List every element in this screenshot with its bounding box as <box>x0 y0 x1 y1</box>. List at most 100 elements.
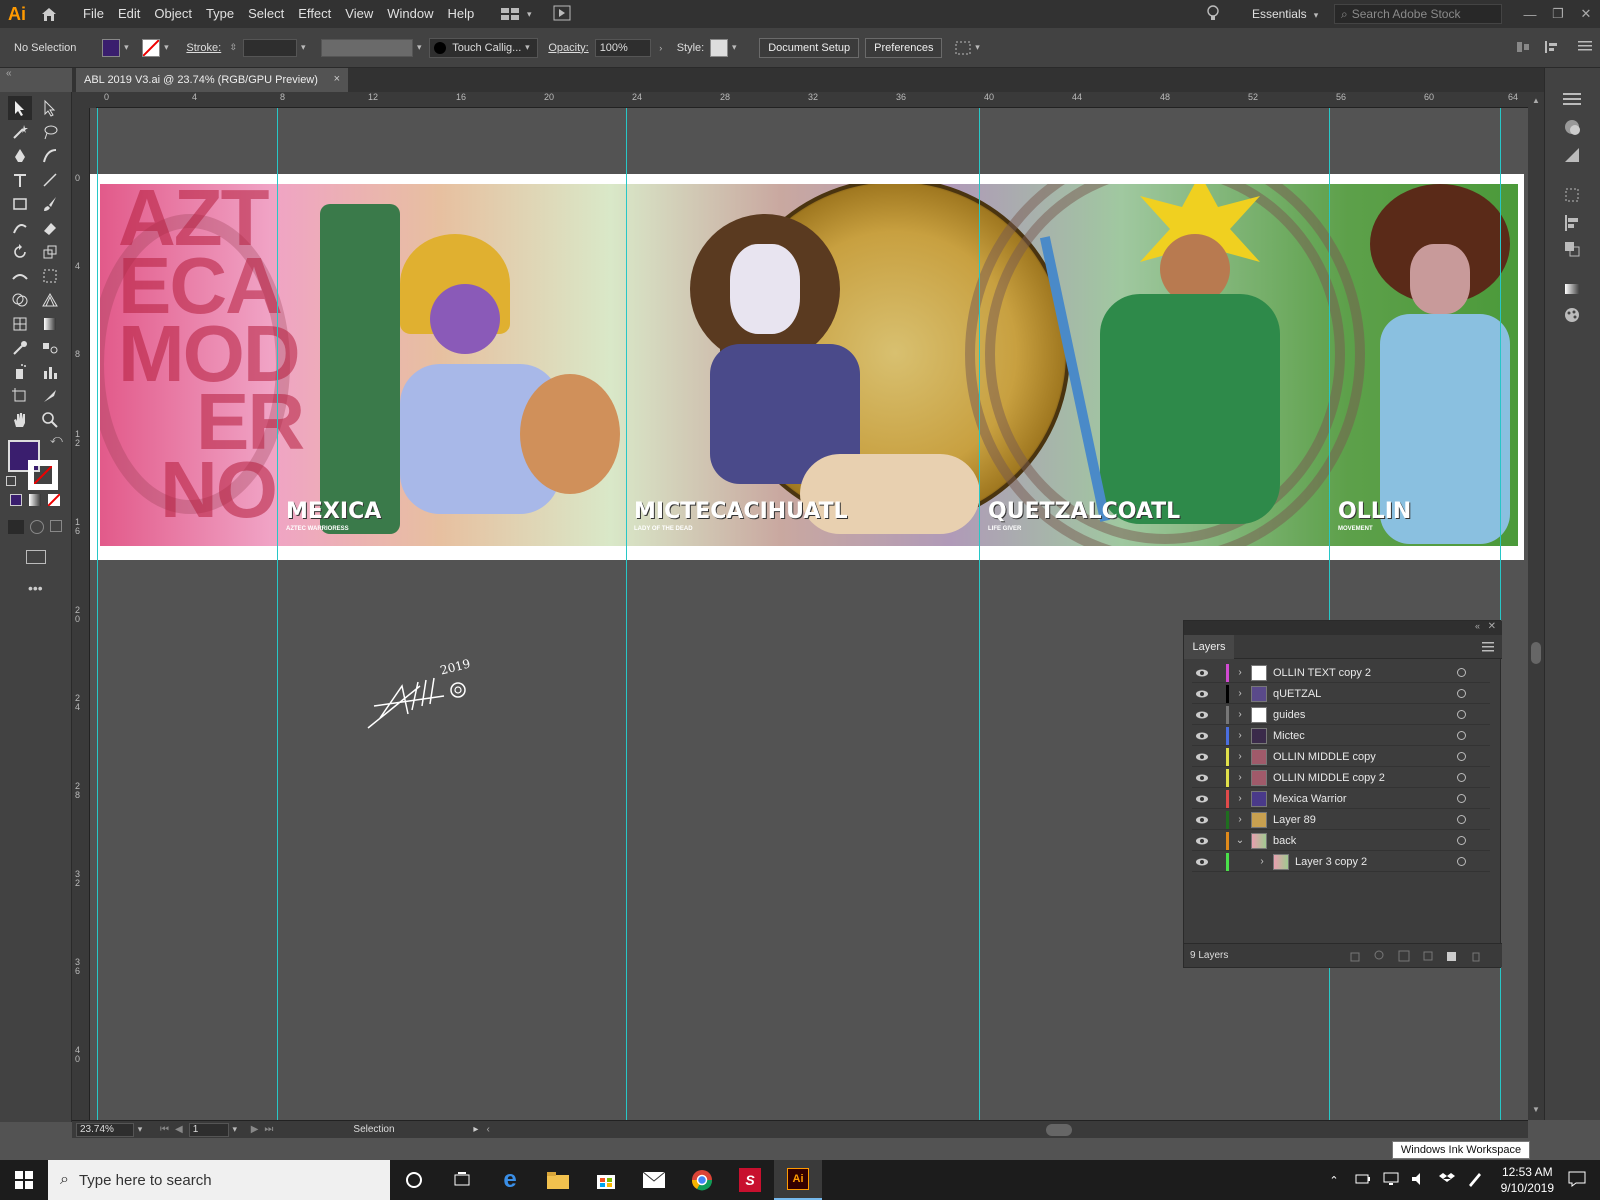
file-explorer-icon[interactable] <box>534 1160 582 1200</box>
layer-name[interactable]: Layer 89 <box>1273 814 1443 826</box>
menu-effect[interactable]: Effect <box>291 0 338 28</box>
eye-icon[interactable] <box>1192 774 1212 782</box>
windows-start-icon[interactable] <box>0 1160 48 1200</box>
delete-layer-icon[interactable] <box>1470 950 1482 965</box>
layers-panel-titlebar[interactable]: « ✕ <box>1184 621 1502 635</box>
align-panel-icon[interactable] <box>1563 214 1581 232</box>
restore-button[interactable]: ❐ <box>1544 0 1572 28</box>
symbol-sprayer-tool-icon[interactable] <box>8 360 32 384</box>
vertical-ruler[interactable]: 0 4 8 1 2 1 6 2 0 2 4 2 8 3 2 3 6 4 0 <box>72 108 90 1120</box>
draw-normal-icon[interactable] <box>8 520 24 534</box>
chrome-icon[interactable] <box>678 1160 726 1200</box>
stroke-color-box[interactable] <box>28 460 58 490</box>
target-icon[interactable] <box>1457 794 1466 803</box>
eye-icon[interactable] <box>1192 711 1212 719</box>
chevron-right-icon[interactable]: › <box>1233 751 1247 762</box>
clipping-mask-icon[interactable] <box>1398 950 1410 965</box>
guide-line[interactable] <box>1500 108 1501 1120</box>
last-artboard-icon[interactable]: ⏭ <box>264 1124 273 1135</box>
color-mode-icon[interactable] <box>10 494 22 506</box>
properties-icon[interactable] <box>1563 92 1581 110</box>
target-icon[interactable] <box>1457 773 1466 782</box>
mesh-tool-icon[interactable] <box>8 312 32 336</box>
rectangle-tool-icon[interactable] <box>8 192 32 216</box>
export-icon[interactable] <box>1350 950 1362 965</box>
target-icon[interactable] <box>1457 752 1466 761</box>
dropbox-icon[interactable] <box>1438 1172 1455 1189</box>
perspective-grid-tool-icon[interactable] <box>38 288 62 312</box>
document-setup-button[interactable]: Document Setup <box>759 37 860 58</box>
stock-search-input[interactable]: ⌕ Search Adobe Stock <box>1334 4 1502 24</box>
layer-row[interactable]: ⌄ back <box>1192 831 1490 851</box>
target-icon[interactable] <box>1457 731 1466 740</box>
shape-builder-tool-icon[interactable] <box>8 288 32 312</box>
chevron-right-icon[interactable]: › <box>655 42 667 54</box>
paintbrush-tool-icon[interactable] <box>38 192 62 216</box>
default-colors-icon[interactable] <box>6 476 16 486</box>
eye-icon[interactable] <box>1192 669 1212 677</box>
artboard-tool-icon[interactable] <box>8 384 32 408</box>
scroll-up-icon[interactable]: ▲ <box>1532 96 1540 105</box>
close-panel-icon[interactable]: ✕ <box>1488 621 1496 632</box>
guide-line[interactable] <box>979 108 980 1120</box>
color-guide-icon[interactable] <box>1563 146 1581 164</box>
lightbulb-icon[interactable] <box>1206 4 1220 25</box>
chevron-up-icon[interactable]: ⌃ <box>1329 1174 1338 1187</box>
minimize-button[interactable]: — <box>1516 0 1544 28</box>
shaper-tool-icon[interactable] <box>8 216 32 240</box>
menu-help[interactable]: Help <box>440 0 481 28</box>
layer-name[interactable]: OLLIN TEXT copy 2 <box>1273 667 1443 679</box>
line-tool-icon[interactable] <box>38 168 62 192</box>
layer-row[interactable]: › guides <box>1192 705 1490 725</box>
mail-icon[interactable] <box>630 1160 678 1200</box>
graphic-style-swatch[interactable] <box>710 38 729 57</box>
swap-fill-stroke-icon[interactable]: ⤺ <box>50 432 63 447</box>
screen-mode-icon[interactable] <box>26 550 46 564</box>
target-icon[interactable] <box>1457 815 1466 824</box>
guide-line[interactable] <box>626 108 627 1120</box>
chevron-right-icon[interactable]: › <box>1233 709 1247 720</box>
eye-icon[interactable] <box>1192 690 1212 698</box>
menu-type[interactable]: Type <box>199 0 241 28</box>
layer-row[interactable]: › OLLIN MIDDLE copy 2 <box>1192 768 1490 788</box>
new-layer-icon[interactable] <box>1446 950 1458 965</box>
draw-inside-icon[interactable] <box>50 520 62 532</box>
scale-tool-icon[interactable] <box>38 240 62 264</box>
pen-tool-icon[interactable] <box>8 144 32 168</box>
chevron-right-icon[interactable]: › <box>1233 793 1247 804</box>
panel-menu-icon[interactable] <box>1482 642 1494 655</box>
menu-view[interactable]: View <box>338 0 380 28</box>
sublayer-row[interactable]: › Layer 3 copy 2 <box>1192 852 1490 872</box>
canvas[interactable]: AZT ECA MOD ER NO MEXICA AZTEC WARRIORES… <box>90 108 1528 1120</box>
zoom-tool-icon[interactable] <box>38 408 62 432</box>
scribd-icon[interactable]: S <box>726 1160 774 1200</box>
menu-file[interactable]: File <box>76 0 111 28</box>
chevron-down-icon[interactable]: ▾ <box>297 42 309 54</box>
stroke-swatch[interactable] <box>142 38 161 57</box>
panel-menu-icon[interactable] <box>1578 40 1592 57</box>
network-icon[interactable] <box>1383 1172 1399 1189</box>
eye-icon[interactable] <box>1192 732 1212 740</box>
variable-width-field[interactable] <box>321 38 414 57</box>
system-clock[interactable]: 12:53 AM 9/10/2019 <box>1501 1164 1554 1196</box>
layer-name[interactable]: Mexica Warrior <box>1273 793 1443 805</box>
guide-line[interactable] <box>277 108 278 1120</box>
battery-icon[interactable] <box>1355 1173 1371 1188</box>
eye-icon[interactable] <box>1192 837 1212 845</box>
collapse-panel-icon[interactable]: « <box>1475 621 1480 631</box>
layer-name[interactable]: OLLIN MIDDLE copy <box>1273 751 1443 763</box>
layer-name[interactable]: back <box>1273 835 1443 847</box>
menu-edit[interactable]: Edit <box>111 0 147 28</box>
prev-artboard-icon[interactable]: ◀ <box>175 1124 183 1135</box>
layer-row[interactable]: › Mictec <box>1192 726 1490 746</box>
ruler-origin[interactable] <box>72 92 96 108</box>
layer-row[interactable]: › Layer 89 <box>1192 810 1490 830</box>
preferences-button[interactable]: Preferences <box>865 37 943 58</box>
layer-name[interactable]: Mictec <box>1273 730 1443 742</box>
target-icon[interactable] <box>1457 668 1466 677</box>
artist-signature[interactable]: 2019 <box>360 656 480 739</box>
artboard[interactable]: AZT ECA MOD ER NO MEXICA AZTEC WARRIORES… <box>90 174 1524 560</box>
brush-definition[interactable]: Touch Callig... ▾ <box>429 37 539 58</box>
eye-icon[interactable] <box>1192 753 1212 761</box>
type-tool-icon[interactable] <box>8 168 32 192</box>
